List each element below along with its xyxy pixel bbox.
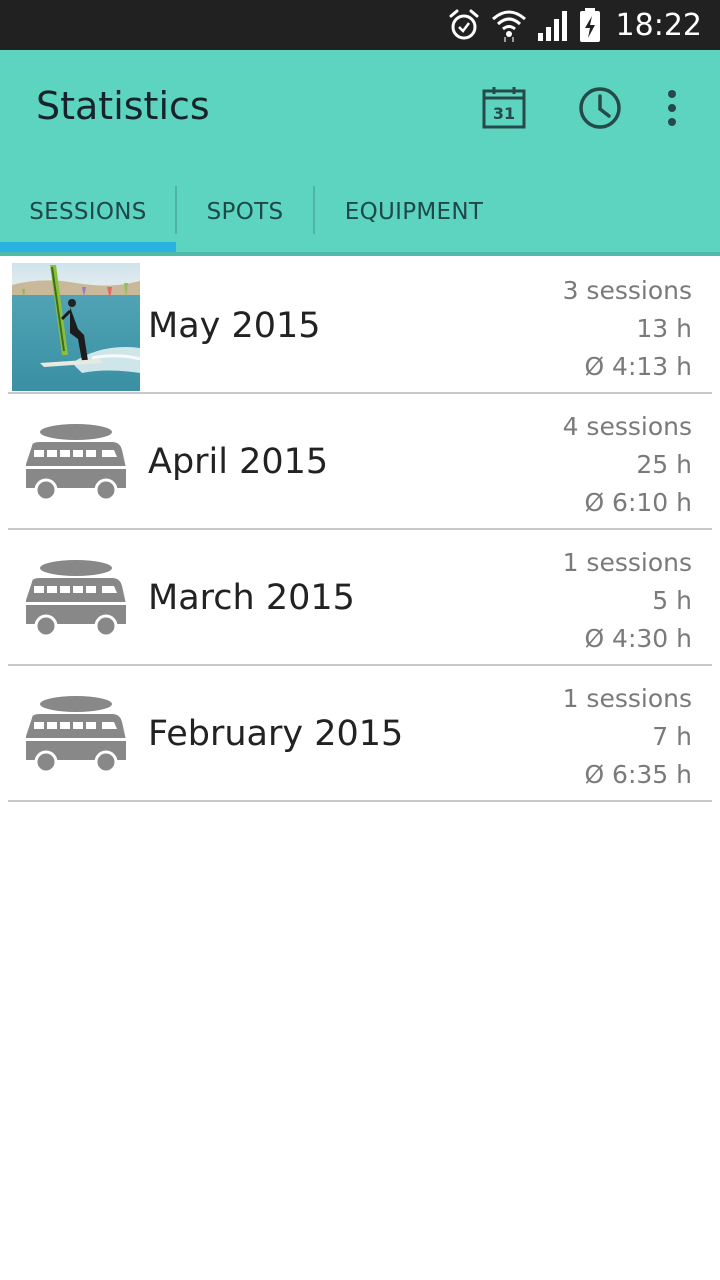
wifi-icon (491, 10, 526, 42)
tab-equipment[interactable]: EQUIPMENT (314, 186, 514, 256)
overflow-menu-icon (668, 90, 676, 126)
app-bar: Statistics 31 SESSIONS SPOTS EQUIPMENT (0, 50, 720, 256)
history-clock-icon (579, 87, 621, 129)
list-item[interactable]: April 2015 4 sessions 25 h Ø 6:10 h (0, 394, 720, 530)
van-icon (26, 424, 126, 502)
van-icon (26, 560, 126, 638)
month-label: May 2015 (148, 306, 321, 346)
session-count: 1 sessions (562, 548, 692, 577)
month-label: April 2015 (148, 442, 329, 482)
page-title: Statistics (36, 84, 210, 128)
tab-selected-indicator (0, 242, 176, 252)
battery-charging-icon (579, 8, 600, 42)
tab-bar: SESSIONS SPOTS EQUIPMENT (0, 186, 720, 256)
list-item[interactable]: May 2015 3 sessions 13 h Ø 4:13 h (0, 258, 720, 394)
session-count: 4 sessions (562, 412, 692, 441)
month-stats: 3 sessions 13 h Ø 4:13 h (563, 272, 692, 386)
signal-icon (537, 11, 567, 41)
status-time: 18:22 (615, 7, 702, 43)
status-icons: 18:22 (446, 0, 720, 50)
total-hours: 25 h (636, 450, 692, 479)
status-bar: 18:22 (0, 0, 720, 50)
average-duration: Ø 6:35 h (584, 760, 692, 789)
total-hours: 13 h (636, 314, 692, 343)
list-divider (8, 800, 712, 802)
alarm-icon (449, 9, 479, 40)
calendar-button[interactable]: 31 (476, 80, 532, 136)
list-item[interactable]: March 2015 1 sessions 5 h Ø 4:30 h (0, 530, 720, 666)
list-item[interactable]: February 2015 1 sessions 7 h Ø 6:35 h (0, 666, 720, 802)
month-stats: 1 sessions 5 h Ø 4:30 h (563, 544, 692, 658)
month-label: March 2015 (148, 578, 355, 618)
app-bar-divider (0, 252, 720, 256)
windsurfer-photo (12, 263, 140, 391)
calendar-day-text: 31 (493, 104, 515, 123)
average-duration: Ø 4:30 h (584, 624, 692, 653)
van-icon (26, 696, 126, 774)
overflow-menu-button[interactable] (644, 80, 700, 136)
total-hours: 5 h (652, 586, 692, 615)
calendar-icon: 31 (482, 87, 526, 129)
month-list: May 2015 3 sessions 13 h Ø 4:13 h April … (0, 258, 720, 802)
total-hours: 7 h (652, 722, 692, 751)
month-label: February 2015 (148, 714, 404, 754)
session-count: 1 sessions (562, 684, 692, 713)
session-count: 3 sessions (562, 276, 692, 305)
average-duration: Ø 4:13 h (584, 352, 692, 381)
history-button[interactable] (572, 80, 628, 136)
month-stats: 4 sessions 25 h Ø 6:10 h (563, 408, 692, 522)
month-stats: 1 sessions 7 h Ø 6:35 h (563, 680, 692, 794)
tab-spots[interactable]: SPOTS (176, 186, 314, 256)
average-duration: Ø 6:10 h (584, 488, 692, 517)
